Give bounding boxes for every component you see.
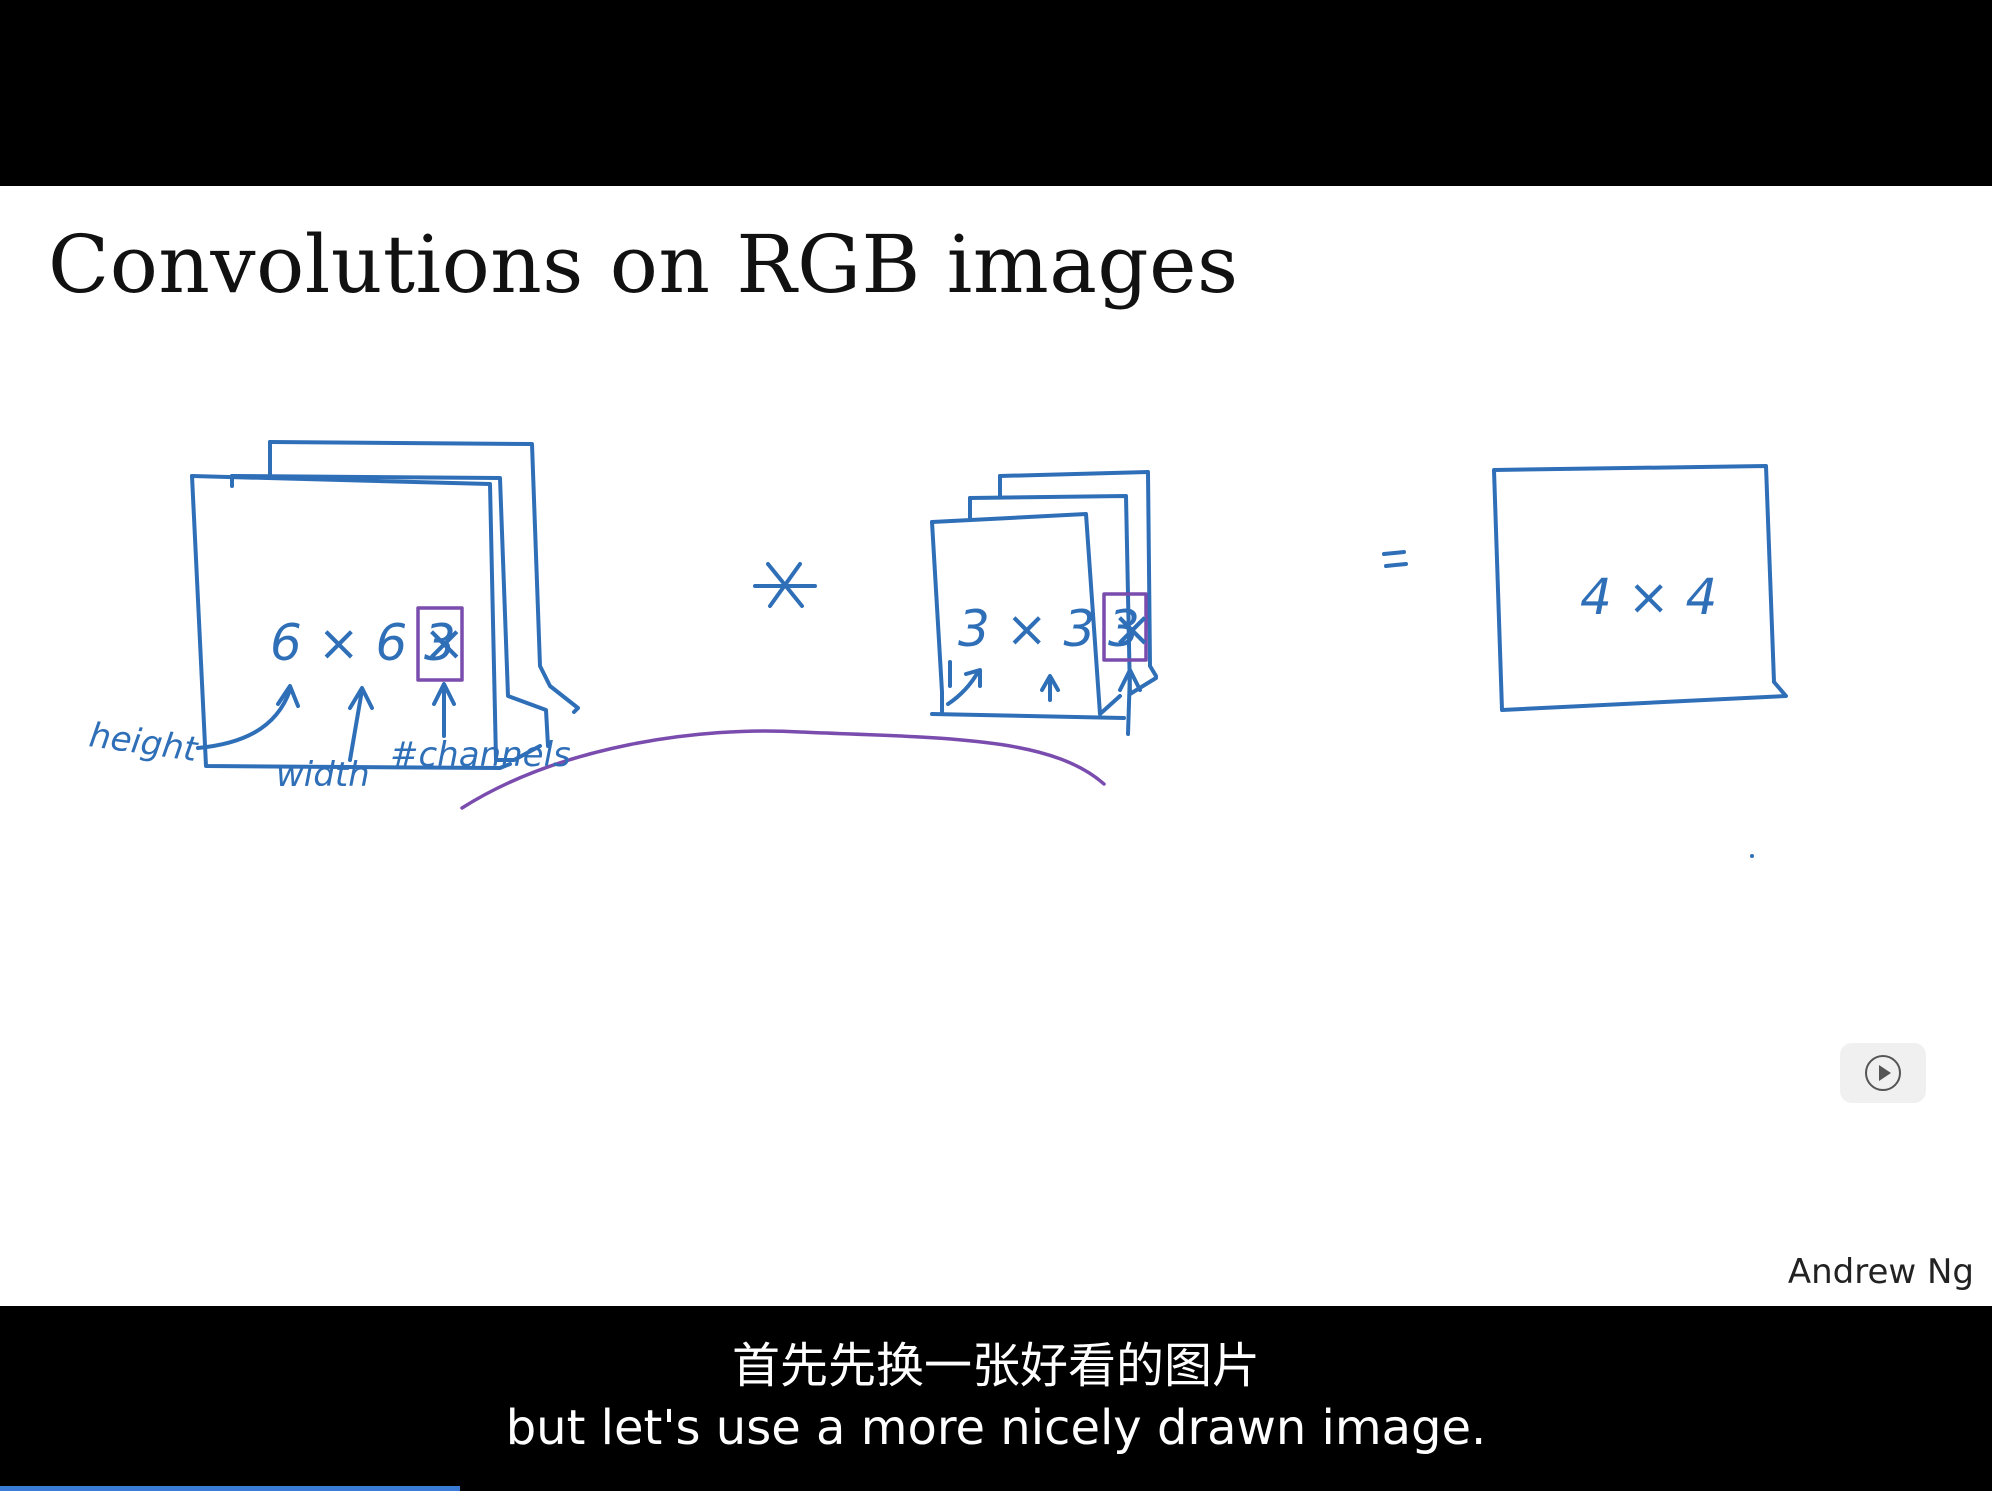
top-letterbox (0, 0, 1992, 186)
equals-operator (1382, 550, 1408, 568)
subtitle-chinese: 首先先换一张好看的图片 (731, 1338, 1260, 1394)
video-progress-bar[interactable] (0, 1486, 460, 1491)
channels-label: #channels (390, 735, 571, 775)
player-control-button[interactable] (1840, 1043, 1926, 1103)
slide: Convolutions on RGB images 6 × 6 × 3 3 ×… (0, 186, 1992, 1306)
input-volume (190, 440, 580, 770)
play-icon (1865, 1055, 1901, 1091)
output-dims-label: 4 × 4 (1580, 568, 1717, 626)
filter-channels-label: 3 (1108, 600, 1140, 658)
width-label: width (276, 755, 370, 795)
subtitle-bar: 首先先换一张好看的图片 but let's use a more nicely … (0, 1306, 1992, 1491)
slide-author: Andrew Ng (1787, 1252, 1974, 1292)
subtitle-english: but let's use a more nicely drawn image. (505, 1400, 1487, 1456)
input-channels-label: 3 (424, 614, 456, 672)
handwritten-diagram: 6 × 6 × 3 3 × 3 × 3 4 × 4 height width #… (87, 440, 1788, 858)
height-label: height (87, 715, 202, 770)
convolve-operator (753, 562, 817, 608)
